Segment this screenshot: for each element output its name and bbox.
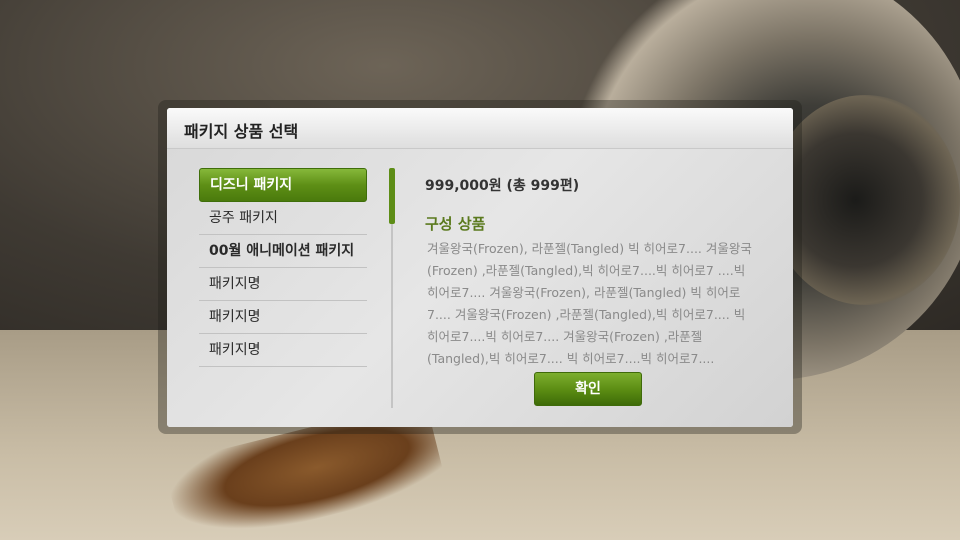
package-item-label: 패키지명 <box>209 309 261 325</box>
composition-title: 구성 상품 <box>425 215 486 233</box>
package-item-princess[interactable]: 공주 패키지 <box>199 202 367 235</box>
package-item-disney[interactable]: 디즈니 패키지 <box>199 168 367 202</box>
dialog-title: 패키지 상품 선택 <box>184 122 299 141</box>
composition-description: 겨울왕국(Frozen), 라푼젤(Tangled) 빅 히어로7.... 겨울… <box>427 241 752 366</box>
package-item-label: 디즈니 패키지 <box>210 177 293 193</box>
package-item-5[interactable]: 패키지명 <box>199 301 367 334</box>
package-item-label: 00월 애니메이션 패키지 <box>209 243 355 259</box>
package-list: 디즈니 패키지 공주 패키지 00월 애니메이션 패키지 패키지명 패키지명 패… <box>199 168 367 367</box>
package-select-dialog: 패키지 상품 선택 디즈니 패키지 공주 패키지 00월 애니메이션 패키지 패… <box>167 108 793 427</box>
dialog-title-bar: 패키지 상품 선택 <box>167 108 793 149</box>
package-detail: 999,000원 (총 999편) 구성 상품 겨울왕국(Frozen), 라푼… <box>425 175 755 370</box>
list-scrollbar-thumb[interactable] <box>389 168 395 224</box>
dialog-content: 디즈니 패키지 공주 패키지 00월 애니메이션 패키지 패키지명 패키지명 패… <box>167 149 793 427</box>
package-item-label: 패키지명 <box>209 342 261 358</box>
package-item-animation[interactable]: 00월 애니메이션 패키지 <box>199 235 367 268</box>
package-item-4[interactable]: 패키지명 <box>199 268 367 301</box>
package-price: 999,000원 (총 999편) <box>425 178 580 194</box>
package-item-label: 공주 패키지 <box>209 210 278 226</box>
package-item-6[interactable]: 패키지명 <box>199 334 367 367</box>
confirm-button[interactable]: 확인 <box>534 372 642 406</box>
package-item-label: 패키지명 <box>209 276 261 292</box>
